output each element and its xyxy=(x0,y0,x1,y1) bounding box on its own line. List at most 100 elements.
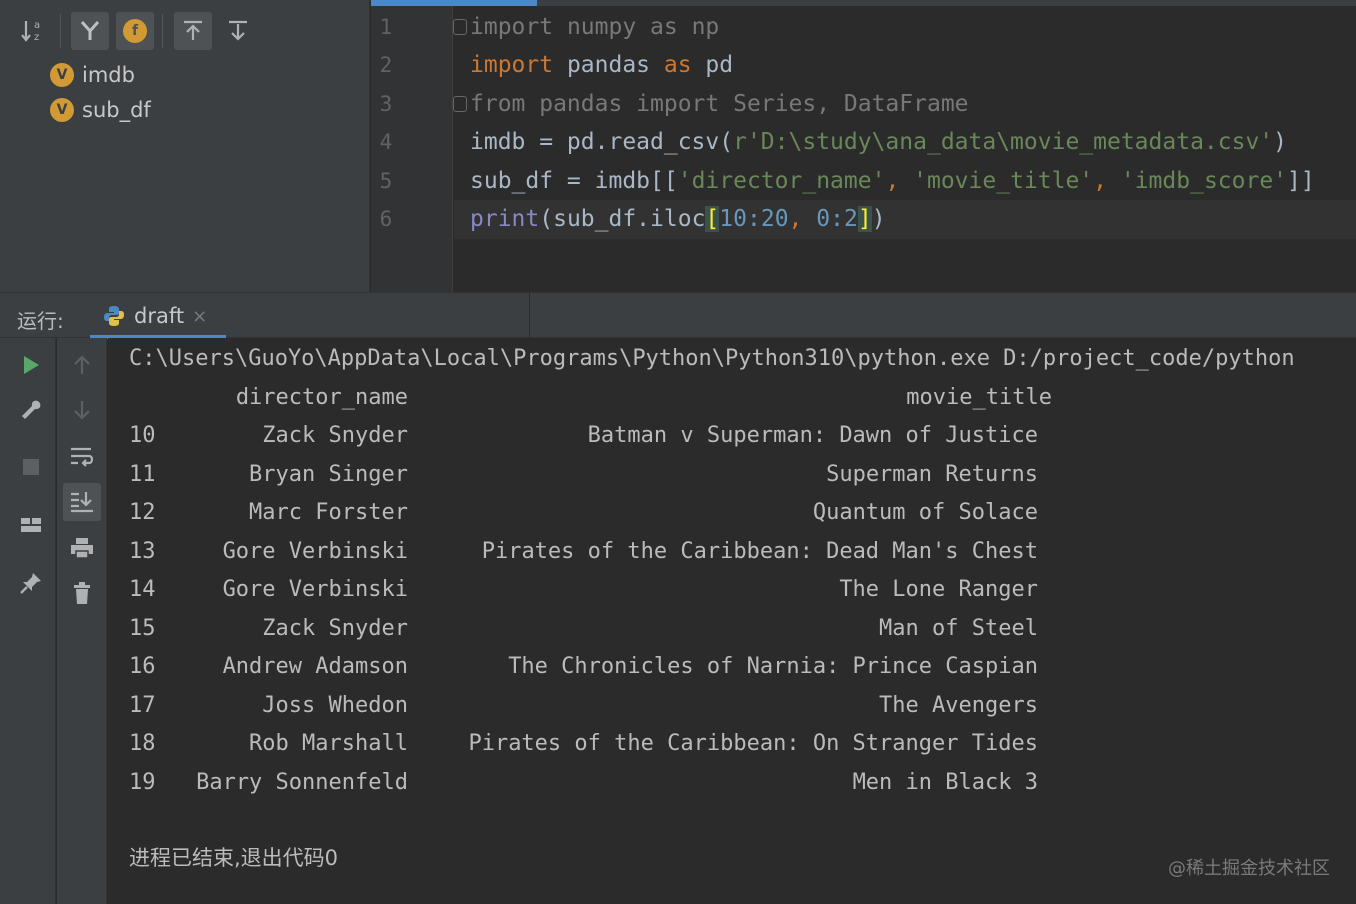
stop-icon xyxy=(23,459,39,475)
keyword: as xyxy=(663,52,692,78)
code-text: : xyxy=(746,206,761,232)
row-index: 14 xyxy=(129,577,156,602)
toolbar-separator xyxy=(60,14,61,48)
line-number: 6 xyxy=(379,207,393,231)
code-text: numpy xyxy=(553,14,651,40)
fold-marker-icon[interactable] xyxy=(453,19,467,35)
number-literal: 20 xyxy=(760,206,789,232)
cell-title: The Avengers xyxy=(879,693,1038,718)
process-exit-message: 进程已结束,退出代码0 xyxy=(129,846,339,870)
keyword: as xyxy=(650,14,678,40)
variable-icon: V xyxy=(50,63,74,87)
structure-panel: a z f V imdb V sub_df xyxy=(0,0,370,292)
code-text: : xyxy=(830,206,844,232)
code-text: , xyxy=(885,168,914,194)
row-index: 10 xyxy=(129,423,156,448)
print-button[interactable] xyxy=(65,531,99,565)
cell-director: Marc Forster xyxy=(249,500,408,525)
rerun-button[interactable] xyxy=(14,348,48,382)
layout-button[interactable] xyxy=(14,508,48,542)
stop-button[interactable] xyxy=(14,450,48,484)
editor-tab-bar xyxy=(371,0,1356,6)
line-number: 2 xyxy=(379,53,393,77)
line-number: 1 xyxy=(379,15,393,39)
string-literal: 'director_name' xyxy=(677,168,886,194)
cell-title: Batman v Superman: Dawn of Justice xyxy=(587,423,1038,448)
cell-director: Gore Verbinski xyxy=(222,539,408,564)
expand-icon xyxy=(184,20,202,40)
soft-wrap-button[interactable] xyxy=(65,440,99,474)
code-text: pandas xyxy=(525,91,637,117)
column-header-title: movie_title xyxy=(906,385,1052,410)
cell-title: Men in Black 3 xyxy=(852,770,1038,795)
run-console-output[interactable]: C:\Users\GuoYo\AppData\Local\Programs\Py… xyxy=(108,338,1356,904)
code-text: imdb = pd.read_csv( xyxy=(470,129,734,155)
cell-title: Pirates of the Caribbean: On Stranger Ti… xyxy=(468,731,1038,756)
cell-title: Quantum of Solace xyxy=(812,500,1038,525)
string-literal: 'imdb_score' xyxy=(1120,168,1288,194)
code-text: pd xyxy=(691,52,734,78)
cell-title: Man of Steel xyxy=(879,616,1038,641)
scroll-down-button[interactable] xyxy=(65,393,99,427)
row-index: 16 xyxy=(129,654,156,679)
expand-all-button[interactable] xyxy=(174,12,212,50)
close-icon[interactable]: × xyxy=(192,306,207,327)
scroll-up-button[interactable] xyxy=(65,348,99,382)
run-tool-window-header: 运行: draft × xyxy=(0,292,1356,339)
edit-config-button[interactable] xyxy=(14,393,48,427)
code-text: (sub_df.iloc xyxy=(539,206,706,232)
number-literal: 0 xyxy=(816,206,831,232)
scroll-to-end-button[interactable] xyxy=(63,483,101,521)
cell-title: Superman Returns xyxy=(826,462,1038,487)
string-literal: 'movie_title' xyxy=(913,168,1094,194)
run-tab-draft[interactable]: draft × xyxy=(96,293,226,339)
trash-icon xyxy=(74,582,90,604)
filter-button[interactable] xyxy=(71,12,109,50)
show-fields-button[interactable]: f xyxy=(116,12,154,50)
row-index: 15 xyxy=(129,616,156,641)
code-line-1: import numpy as np xyxy=(470,8,719,46)
number-literal: 10 xyxy=(719,206,747,232)
header-divider xyxy=(529,293,530,339)
run-label: 运行: xyxy=(17,309,64,333)
run-toolbar-secondary xyxy=(57,338,107,904)
number-literal: 2 xyxy=(843,206,858,232)
line-number: 3 xyxy=(379,92,393,116)
tree-item-imdb[interactable]: V imdb xyxy=(50,60,135,90)
play-icon xyxy=(24,356,39,374)
arrow-down-icon xyxy=(74,401,90,420)
soft-wrap-icon xyxy=(71,447,94,467)
column-header-director: director_name xyxy=(235,385,408,410)
cell-title: The Chronicles of Narnia: Prince Caspian xyxy=(508,654,1038,679)
cell-title: Pirates of the Caribbean: Dead Man's Che… xyxy=(481,539,1038,564)
keyword: import xyxy=(470,14,554,40)
svg-text:z: z xyxy=(34,32,39,43)
code-line-5: sub_df = imdb[['director_name', 'movie_t… xyxy=(470,162,1315,200)
cell-director: Andrew Adamson xyxy=(222,654,408,679)
cell-director: Zack Snyder xyxy=(262,423,408,448)
fold-marker-icon[interactable] xyxy=(453,96,467,112)
pin-button[interactable] xyxy=(14,566,48,600)
code-line-3: from pandas import Series, DataFrame xyxy=(470,85,969,123)
variable-icon: V xyxy=(50,98,74,122)
tree-item-sub-df[interactable]: V sub_df xyxy=(50,95,151,125)
cell-director: Gore Verbinski xyxy=(222,577,408,602)
code-editor[interactable]: 1 2 3 4 5 6 import numpy as np import pa… xyxy=(371,0,1356,292)
sort-alpha-icon: a z xyxy=(21,20,40,43)
sort-alpha-button[interactable]: a z xyxy=(14,12,52,50)
cell-title: The Lone Ranger xyxy=(839,577,1038,602)
collapse-all-button[interactable] xyxy=(219,12,257,50)
structure-toolbar: a z f xyxy=(0,0,370,58)
cell-director: Joss Whedon xyxy=(262,693,408,718)
wrench-icon xyxy=(22,400,41,419)
row-index: 17 xyxy=(129,693,156,718)
keyword: from xyxy=(470,91,526,117)
code-text: pandas xyxy=(553,52,664,78)
code-line-2: import pandas as pd xyxy=(470,46,733,84)
row-index: 12 xyxy=(129,500,156,525)
code-line-4: imdb = pd.read_csv(r'D:\study\ana_data\m… xyxy=(470,123,1287,161)
row-index: 11 xyxy=(129,462,156,487)
code-text: ]] xyxy=(1287,168,1315,194)
clear-console-button[interactable] xyxy=(65,576,99,610)
code-text: , xyxy=(788,206,817,232)
